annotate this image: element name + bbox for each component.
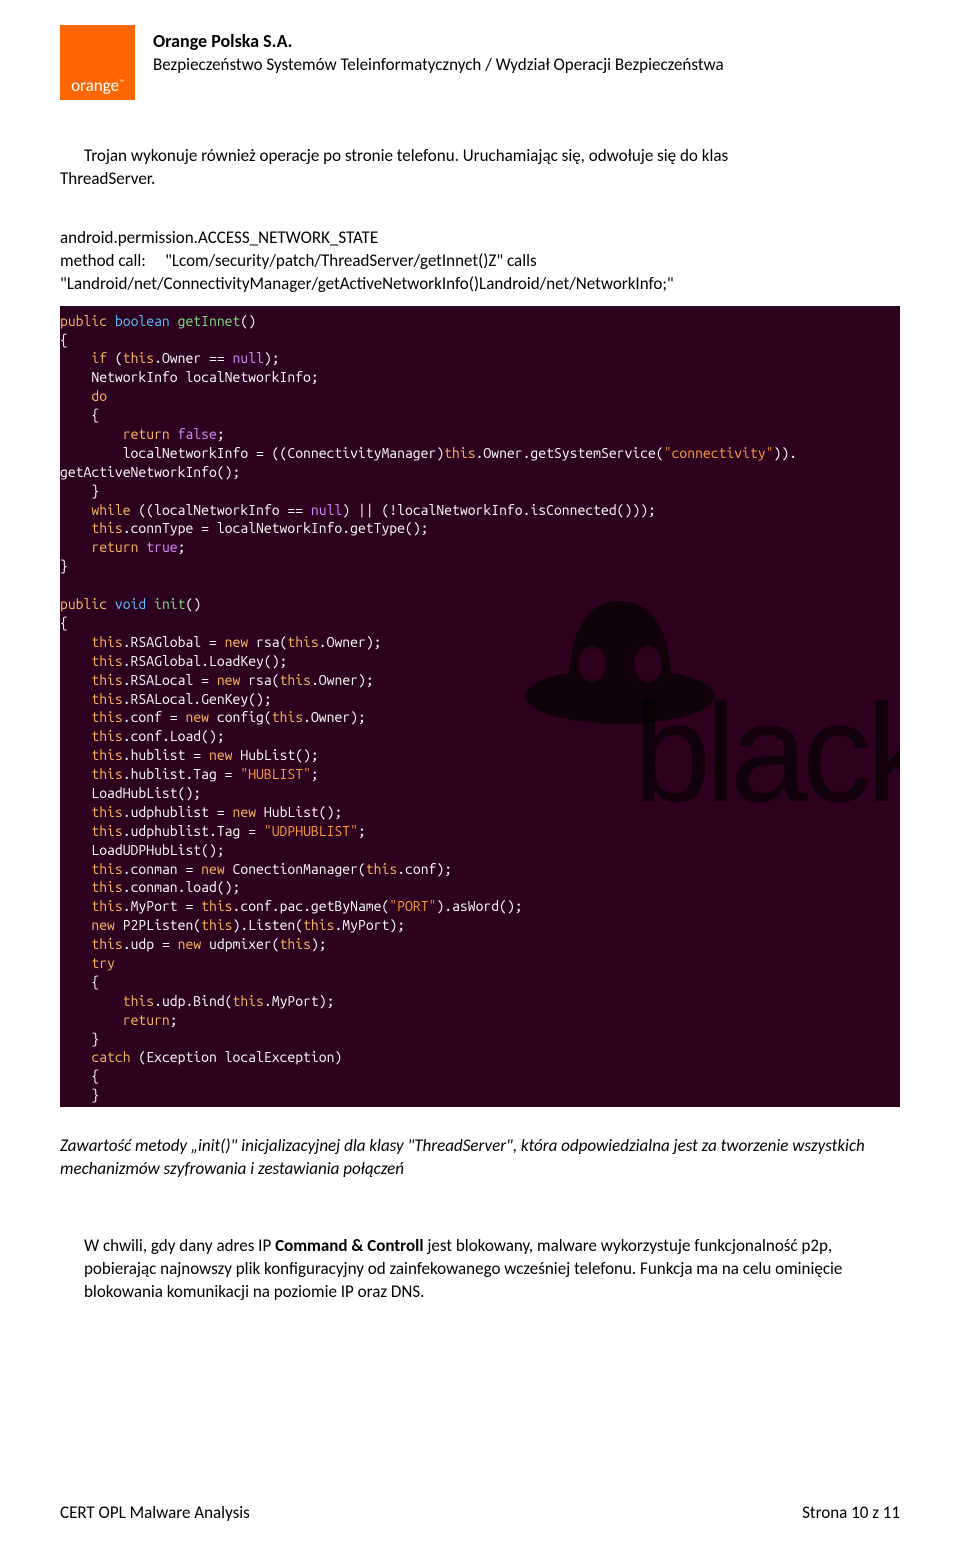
document-page: orange™ Orange Polska S.A. Bezpieczeństw… [0,0,960,1553]
code-content: public boolean getInnet() { if (this.Own… [60,312,900,1105]
para1-line2: ThreadServer. [60,168,155,189]
page-header: orange™ Orange Polska S.A. Bezpieczeństw… [60,25,900,100]
paragraph-1: Trojan wykonuje również operacje po stro… [60,145,900,168]
code-snippet-1: black public boolean getInnet() { if (th… [60,306,900,1107]
para2-bold: Command & Controll [275,1235,423,1256]
permission-line: android.permission.ACCESS_NETWORK_STATE [60,227,900,250]
header-text-block: Orange Polska S.A. Bezpieczeństwo System… [153,25,724,77]
orange-logo: orange™ [60,25,135,100]
method-call-line: method call: "Lcom/security/patch/Thread… [60,250,900,273]
method-value: "Lcom/security/patch/ThreadServer/getInn… [165,250,537,271]
paragraph-1b: ThreadServer. [60,168,900,191]
para1-line1: Trojan wykonuje również operacje po stro… [84,145,728,166]
method-call-line2: "Landroid/net/ConnectivityManager/getAct… [60,273,900,296]
company-name: Orange Polska S.A. [153,30,724,53]
footer-right: Strona 10 z 11 [802,1502,900,1523]
method-label: method call: [60,250,146,271]
logo-trademark: ™ [119,78,124,87]
logo-text: orange [71,75,119,96]
department-name: Bezpieczeństwo Systemów Teleinformatyczn… [153,53,724,77]
paragraph-2: W chwili, gdy dany adres IP Command & Co… [60,1235,900,1304]
code-caption: Zawartość metody „init()" inicjalizacyjn… [60,1135,900,1181]
para2-a: W chwili, gdy dany adres IP [84,1235,275,1256]
footer-left: CERT OPL Malware Analysis [60,1502,250,1523]
page-footer: CERT OPL Malware Analysis Strona 10 z 11 [60,1502,900,1523]
